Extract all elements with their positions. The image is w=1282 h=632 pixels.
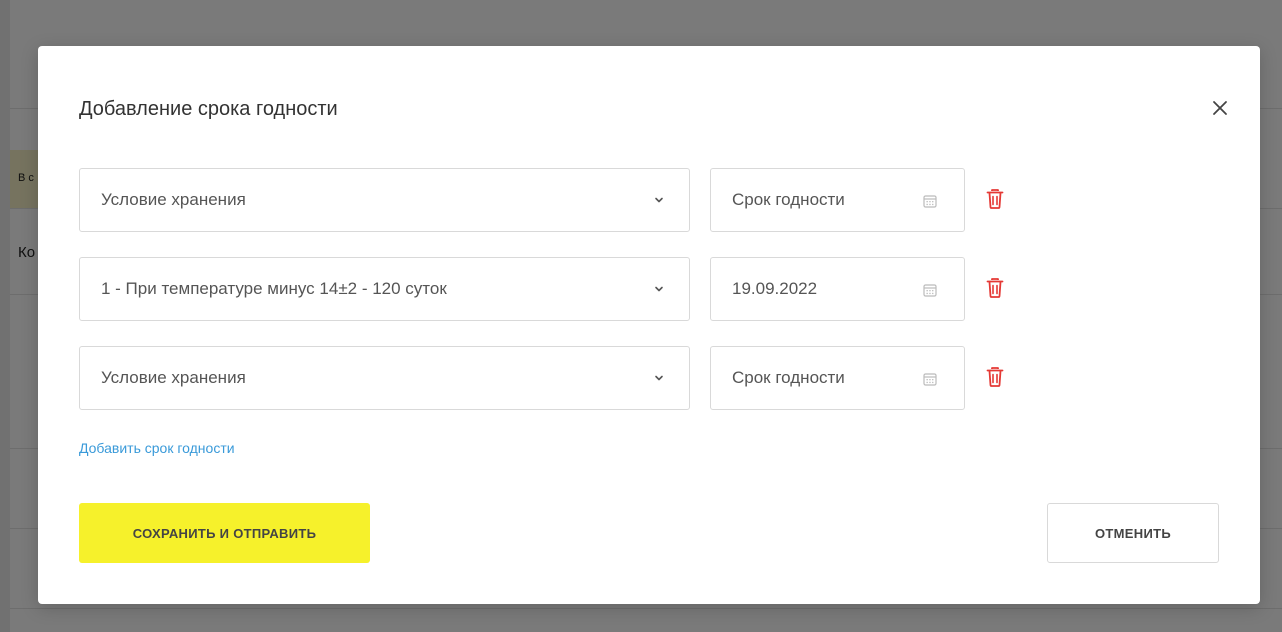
- storage-condition-select[interactable]: Условие хранения: [79, 168, 690, 232]
- shelf-life-row: Условие хранения Срок годности: [79, 168, 1019, 232]
- modal-title: Добавление срока годности: [79, 98, 338, 120]
- storage-condition-value: Условие хранения: [101, 368, 246, 387]
- cancel-button[interactable]: ОТМЕНИТЬ: [1047, 503, 1219, 563]
- close-icon: [1213, 101, 1227, 115]
- storage-condition-value: 1 - При температуре минус 14±2 - 120 сут…: [101, 279, 447, 298]
- trash-icon[interactable]: [985, 188, 1005, 210]
- chevron-down-icon: [655, 286, 663, 292]
- shelf-life-date-value: Срок годности: [732, 368, 845, 387]
- calendar-icon[interactable]: [922, 282, 938, 298]
- shelf-life-date-input[interactable]: Срок годности: [710, 346, 965, 410]
- shelf-life-date-value: 19.09.2022: [732, 279, 818, 298]
- close-button[interactable]: [1208, 96, 1232, 120]
- shelf-life-row: 1 - При температуре минус 14±2 - 120 сут…: [79, 257, 1019, 321]
- storage-condition-value: Условие хранения: [101, 190, 246, 209]
- calendar-icon[interactable]: [922, 193, 938, 209]
- calendar-icon[interactable]: [922, 371, 938, 387]
- shelf-life-date-input[interactable]: 19.09.2022: [710, 257, 965, 321]
- shelf-life-row: Условие хранения Срок годности: [79, 346, 1019, 410]
- shelf-life-date-value: Срок годности: [732, 190, 845, 209]
- shelf-life-modal: Добавление срока годности Условие хранен…: [38, 46, 1260, 604]
- trash-icon[interactable]: [985, 277, 1005, 299]
- storage-condition-select[interactable]: 1 - При температуре минус 14±2 - 120 сут…: [79, 257, 690, 321]
- shelf-life-date-input[interactable]: Срок годности: [710, 168, 965, 232]
- storage-condition-select[interactable]: Условие хранения: [79, 346, 690, 410]
- chevron-down-icon: [655, 375, 663, 381]
- chevron-down-icon: [655, 197, 663, 203]
- add-shelf-life-link[interactable]: Добавить срок годности: [79, 440, 235, 456]
- save-and-send-button[interactable]: СОХРАНИТЬ И ОТПРАВИТЬ: [79, 503, 370, 563]
- trash-icon[interactable]: [985, 366, 1005, 388]
